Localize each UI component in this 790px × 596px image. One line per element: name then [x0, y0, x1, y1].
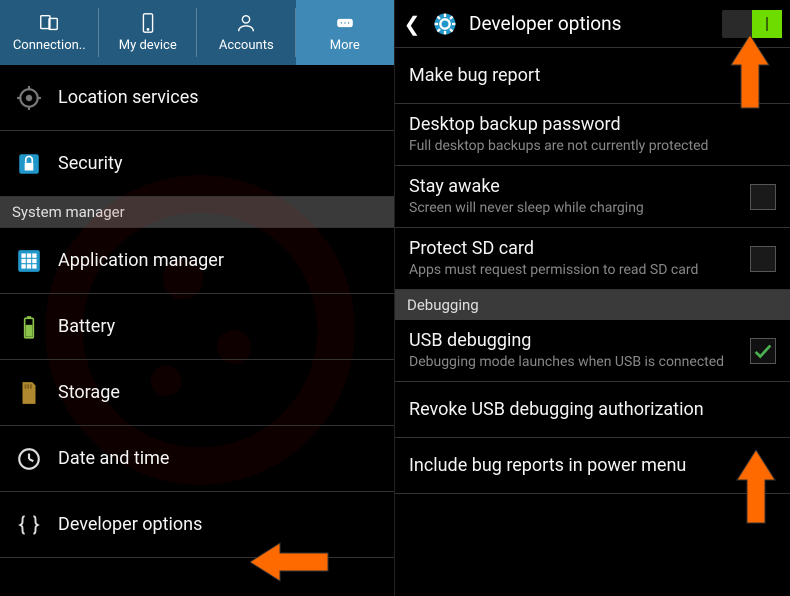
braces-icon: [16, 512, 42, 538]
opt-title: Desktop backup password: [409, 114, 776, 136]
more-icon: [334, 12, 356, 34]
row-developer-options[interactable]: Developer options: [0, 492, 394, 558]
annotation-arrow-devopts: [250, 535, 330, 590]
opt-title: Include bug reports in power menu: [409, 455, 776, 477]
tab-label: Accounts: [219, 38, 274, 53]
opt-protect-sd[interactable]: Protect SD card Apps must request permis…: [395, 228, 790, 290]
row-label: Date and time: [58, 448, 169, 469]
row-app-manager[interactable]: Application manager: [0, 228, 394, 294]
checkbox-sd[interactable]: [750, 246, 776, 272]
tab-label: More: [330, 38, 360, 53]
row-label: Battery: [58, 316, 115, 337]
opt-revoke-auth[interactable]: Revoke USB debugging authorization: [395, 382, 790, 438]
opt-usb-debugging[interactable]: USB debugging Debugging mode launches wh…: [395, 320, 790, 382]
opt-subtitle: Apps must request permission to read SD …: [409, 262, 740, 279]
row-label: Location services: [58, 87, 199, 108]
tab-more[interactable]: More: [296, 0, 395, 65]
clock-icon: [16, 446, 42, 472]
row-battery[interactable]: Battery: [0, 294, 394, 360]
tab-label: My device: [119, 38, 177, 53]
security-icon: [16, 151, 42, 177]
location-icon: [16, 85, 42, 111]
opt-subtitle: Screen will never sleep while charging: [409, 200, 740, 217]
battery-icon: [16, 314, 42, 340]
device-icon: [137, 12, 159, 34]
connections-icon: [38, 12, 60, 34]
settings-tabs: Connection.. My device Accounts More: [0, 0, 394, 65]
row-label: Storage: [58, 382, 120, 403]
row-label: Security: [58, 153, 122, 174]
row-label: Developer options: [58, 514, 202, 535]
row-datetime[interactable]: Date and time: [0, 426, 394, 492]
back-button[interactable]: ❮: [403, 12, 421, 36]
page-title: Developer options: [469, 12, 712, 35]
row-storage[interactable]: Storage: [0, 360, 394, 426]
tab-mydevice[interactable]: My device: [99, 0, 198, 65]
settings-gear-icon: [431, 10, 459, 38]
opt-title: Revoke USB debugging authorization: [409, 399, 776, 421]
opt-subtitle: Debugging mode launches when USB is conn…: [409, 354, 740, 371]
apps-icon: [16, 248, 42, 274]
opt-stay-awake[interactable]: Stay awake Screen will never sleep while…: [395, 166, 790, 228]
row-security[interactable]: Security: [0, 131, 394, 197]
annotation-arrow-usb: [729, 450, 784, 525]
opt-title: Make bug report: [409, 65, 776, 87]
accounts-icon: [235, 12, 257, 34]
tab-label: Connection..: [13, 38, 86, 53]
tab-connections[interactable]: Connection..: [0, 0, 99, 65]
checkbox-usb-debugging[interactable]: [750, 338, 776, 364]
opt-title: Stay awake: [409, 176, 740, 198]
opt-backup-password[interactable]: Desktop backup password Full desktop bac…: [395, 104, 790, 166]
dev-options-toggle[interactable]: [722, 10, 782, 38]
section-system-manager: System manager: [0, 197, 394, 228]
section-debugging: Debugging: [395, 290, 790, 320]
row-location[interactable]: Location services: [0, 65, 394, 131]
annotation-arrow-toggle: [723, 35, 778, 110]
storage-icon: [16, 380, 42, 406]
opt-title: USB debugging: [409, 330, 740, 352]
checkbox-stay-awake[interactable]: [750, 184, 776, 210]
opt-subtitle: Full desktop backups are not currently p…: [409, 138, 776, 155]
row-label: Application manager: [58, 250, 224, 271]
opt-title: Protect SD card: [409, 238, 740, 260]
tab-accounts[interactable]: Accounts: [197, 0, 296, 65]
